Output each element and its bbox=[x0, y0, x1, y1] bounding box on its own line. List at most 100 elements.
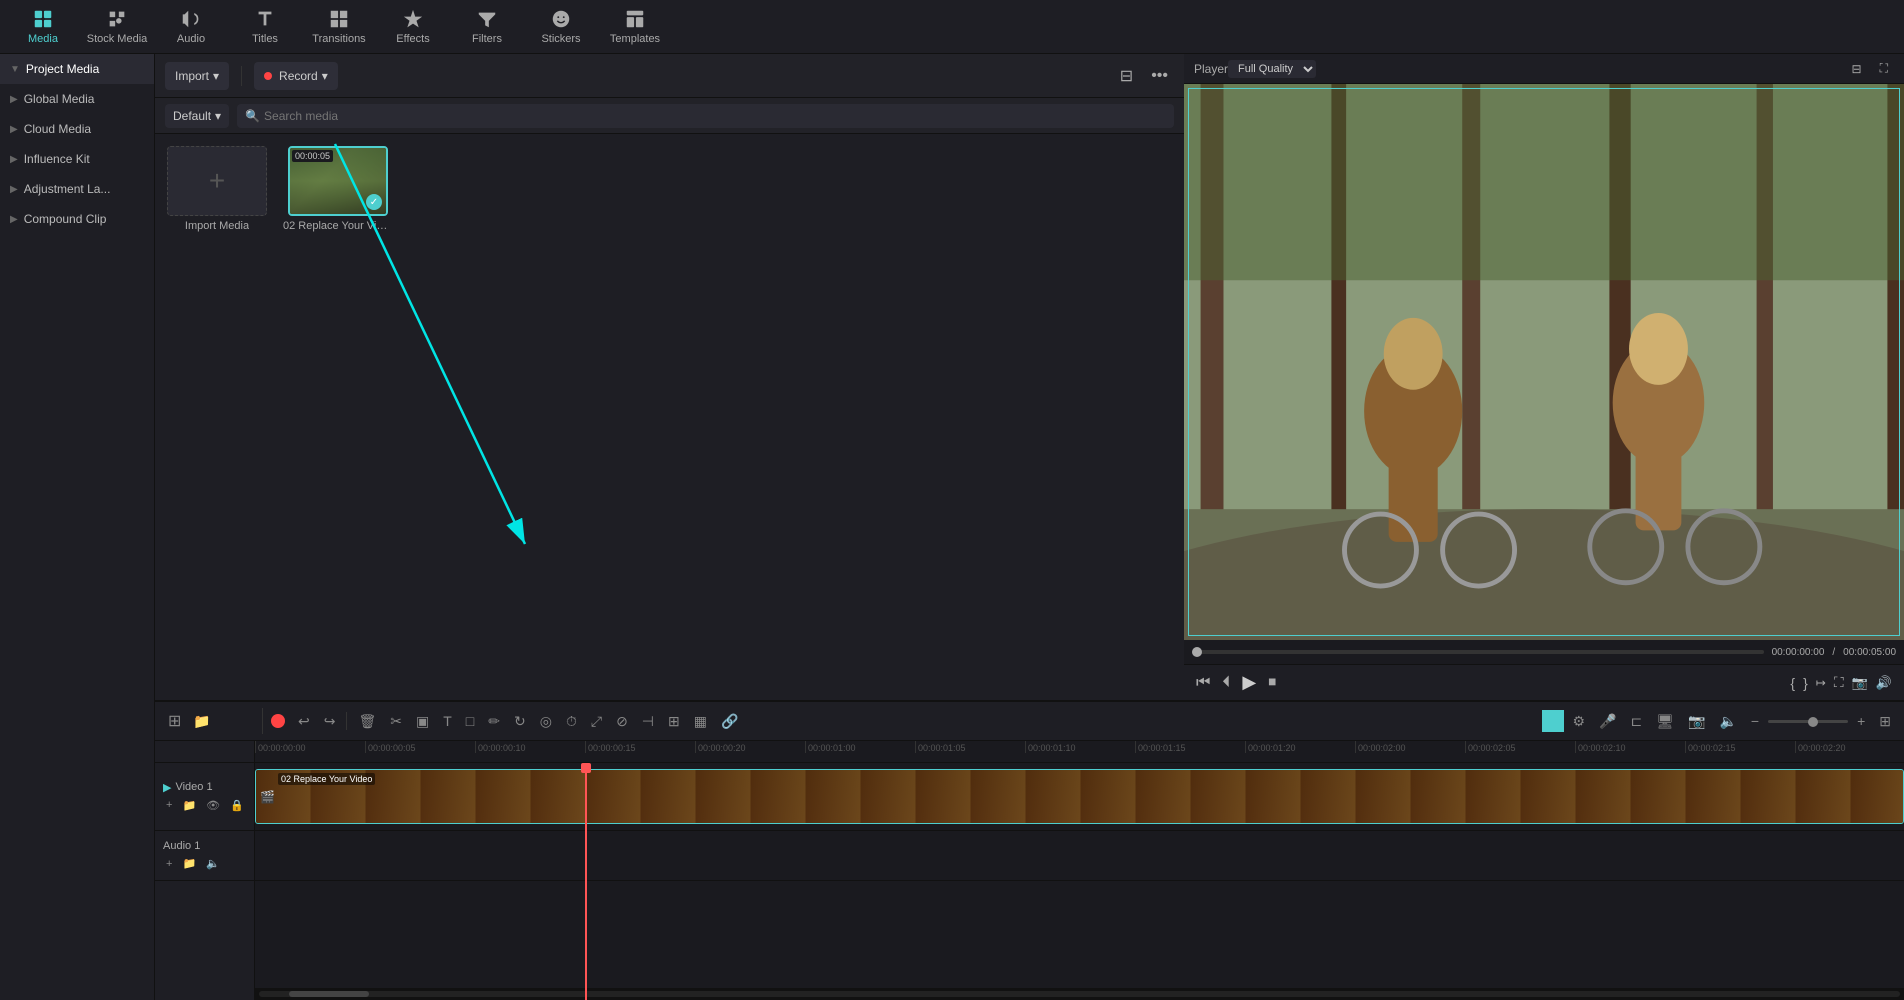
tick-13: 00:00:02:15 bbox=[1685, 741, 1795, 753]
sidebar-item-compound-clip[interactable]: ▶ Compound Clip bbox=[0, 204, 154, 234]
green-tool-button[interactable] bbox=[1542, 710, 1564, 732]
stabilize-button[interactable]: ⊘ bbox=[611, 710, 633, 733]
settings-button[interactable]: ⚙ bbox=[1568, 710, 1591, 733]
expand-icon-button[interactable]: ⛶ bbox=[1874, 59, 1894, 78]
grid-view-button[interactable]: ⊞ bbox=[1874, 710, 1896, 733]
step-back-button[interactable]: ⏮ bbox=[1196, 674, 1210, 692]
export-button[interactable]: ⊏ bbox=[1626, 710, 1648, 733]
group-button[interactable]: ▦ bbox=[689, 710, 712, 733]
sidebar-item-project-media[interactable]: ▼ Project Media bbox=[0, 54, 154, 84]
camera-button[interactable]: 📷 bbox=[1683, 710, 1710, 733]
player-progress[interactable]: 00:00:00:00 / 00:00:05:00 bbox=[1184, 640, 1904, 664]
volume-button[interactable]: 🔊 bbox=[1876, 674, 1892, 691]
timeline-scrollbar[interactable] bbox=[255, 988, 1904, 1000]
crop-button[interactable]: ▣ bbox=[411, 710, 434, 733]
fullscreen-button[interactable]: ⛶ bbox=[1834, 674, 1844, 691]
split-button[interactable]: ⊣ bbox=[637, 710, 659, 733]
frame-back-button[interactable]: ⏴ bbox=[1222, 674, 1230, 692]
detach-button[interactable]: ⊞ bbox=[663, 710, 685, 733]
nav-templates[interactable]: Templates bbox=[600, 3, 670, 51]
chevron-down-icon: ▾ bbox=[215, 109, 221, 123]
left-panel: ▼ Project Media ▶ Global Media ▶ Cloud M… bbox=[0, 54, 155, 1000]
minimize-icon-button[interactable]: ⊟ bbox=[1846, 59, 1868, 78]
video-track-folder-button[interactable]: 📁 bbox=[179, 798, 199, 813]
nav-media[interactable]: Media bbox=[8, 3, 78, 51]
sort-dropdown[interactable]: Default ▾ bbox=[165, 104, 229, 128]
media-grid: + Import Media 00:00:05 ✓ bbox=[155, 134, 1184, 700]
resize-button[interactable]: ⤢ bbox=[586, 710, 607, 733]
pen-button[interactable]: ✏ bbox=[483, 710, 505, 733]
trim-button[interactable]: ↦ bbox=[1816, 674, 1826, 691]
audio-track[interactable] bbox=[255, 831, 1904, 881]
volume-tl-button[interactable]: 🔈 bbox=[1714, 710, 1741, 733]
nav-filters[interactable]: Filters bbox=[452, 3, 522, 51]
import-button[interactable]: Import ▾ bbox=[165, 62, 229, 90]
video-track-lock-button[interactable]: 🔒 bbox=[227, 798, 247, 813]
video-track-eye-button[interactable]: 👁 bbox=[203, 798, 223, 813]
timeline-content: 00:00:00:00 00:00:00:05 00:00:00:10 00:0… bbox=[255, 741, 1904, 1000]
bracket-left-button[interactable]: { bbox=[1790, 674, 1795, 691]
zoom-in-button[interactable]: + bbox=[1852, 710, 1870, 732]
tick-9: 00:00:01:20 bbox=[1245, 741, 1355, 753]
add-track-button[interactable]: ⊞ bbox=[163, 708, 186, 734]
scroll-track[interactable] bbox=[259, 991, 1900, 997]
delete-button[interactable]: 🗑 bbox=[353, 710, 381, 733]
color-button[interactable]: ◎ bbox=[535, 710, 557, 733]
media-clip-item[interactable]: 00:00:05 ✓ 02 Replace Your Video bbox=[283, 146, 393, 232]
sidebar-item-cloud-media[interactable]: ▶ Cloud Media bbox=[0, 114, 154, 144]
nav-effects[interactable]: Effects bbox=[378, 3, 448, 51]
zoom-slider[interactable] bbox=[1768, 720, 1848, 723]
sidebar-item-global-media[interactable]: ▶ Global Media bbox=[0, 84, 154, 114]
video-track-add-button[interactable]: + bbox=[163, 798, 175, 813]
nav-titles[interactable]: Titles bbox=[230, 3, 300, 51]
zoom-out-button[interactable]: − bbox=[1746, 710, 1764, 732]
mic-button[interactable]: 🎤 bbox=[1594, 710, 1621, 733]
timeline-right-tools: ⚙ 🎤 ⊏ 🖥 📷 🔈 − + ⊞ bbox=[1542, 710, 1897, 733]
top-navigation: Media Stock Media Audio Titles Transitio… bbox=[0, 0, 1904, 54]
audio-track-folder-button[interactable]: 📁 bbox=[179, 856, 199, 871]
search-box[interactable]: 🔍 bbox=[237, 104, 1174, 128]
time-button[interactable]: ⏱ bbox=[561, 710, 582, 733]
search-input[interactable] bbox=[264, 109, 1166, 123]
screenshot-button[interactable]: 📷 bbox=[1852, 674, 1868, 691]
video-track[interactable]: 🎬 02 Replace Your Video bbox=[255, 763, 1904, 831]
text-button[interactable]: T bbox=[438, 710, 457, 732]
timeline-ruler[interactable]: 00:00:00:00 00:00:00:05 00:00:00:10 00:0… bbox=[255, 741, 1904, 763]
import-media-item[interactable]: + Import Media bbox=[167, 146, 267, 232]
media-secondary-toolbar: Default ▾ 🔍 bbox=[155, 98, 1184, 134]
filter-icon-button[interactable]: ⊟ bbox=[1114, 64, 1139, 88]
audio-track-label: Audio 1 + 📁 🔈 bbox=[155, 831, 254, 881]
progress-handle[interactable] bbox=[1192, 647, 1202, 657]
audio-track-icons: + 📁 🔈 bbox=[163, 856, 246, 871]
nav-stickers[interactable]: Stickers bbox=[526, 3, 596, 51]
nav-transitions[interactable]: Transitions bbox=[304, 3, 374, 51]
tick-14: 00:00:02:20 bbox=[1795, 741, 1904, 753]
nav-audio[interactable]: Audio bbox=[156, 3, 226, 51]
chevron-icon: ▼ bbox=[10, 64, 20, 75]
audio-track-add-button[interactable]: + bbox=[163, 856, 175, 871]
redo-button[interactable]: ↪ bbox=[319, 710, 341, 733]
bracket-right-button[interactable]: } bbox=[1803, 674, 1808, 691]
play-button[interactable]: ▶ bbox=[1242, 672, 1256, 693]
audio-track-speaker-button[interactable]: 🔈 bbox=[203, 856, 223, 871]
timeline-left-tools: ⊞ 📁 bbox=[163, 708, 263, 734]
nav-stock-media[interactable]: Stock Media bbox=[82, 3, 152, 51]
stop-button[interactable]: ⏹ bbox=[1268, 674, 1276, 692]
scroll-thumb[interactable] bbox=[289, 991, 369, 997]
cut-button[interactable]: ✂ bbox=[385, 710, 407, 733]
zoom-handle[interactable] bbox=[1808, 717, 1818, 727]
sidebar-item-influence-kit[interactable]: ▶ Influence Kit bbox=[0, 144, 154, 174]
more-options-button[interactable]: ••• bbox=[1145, 64, 1174, 88]
undo-button[interactable]: ↩ bbox=[293, 710, 315, 733]
rect-button[interactable]: □ bbox=[461, 710, 479, 732]
zoom-track[interactable] bbox=[1768, 720, 1848, 723]
folder-button[interactable]: 📁 bbox=[188, 710, 215, 733]
sidebar-item-adjustment-layer[interactable]: ▶ Adjustment La... bbox=[0, 174, 154, 204]
video-clip[interactable]: 🎬 02 Replace Your Video bbox=[255, 769, 1904, 824]
record-button[interactable]: Record ▾ bbox=[254, 62, 338, 90]
progress-track[interactable] bbox=[1192, 650, 1764, 654]
quality-select[interactable]: Full Quality bbox=[1228, 60, 1316, 78]
monitor-button[interactable]: 🖥 bbox=[1651, 710, 1679, 733]
rotate-button[interactable]: ↻ bbox=[509, 710, 531, 733]
link-button[interactable]: 🔗 bbox=[716, 710, 743, 733]
